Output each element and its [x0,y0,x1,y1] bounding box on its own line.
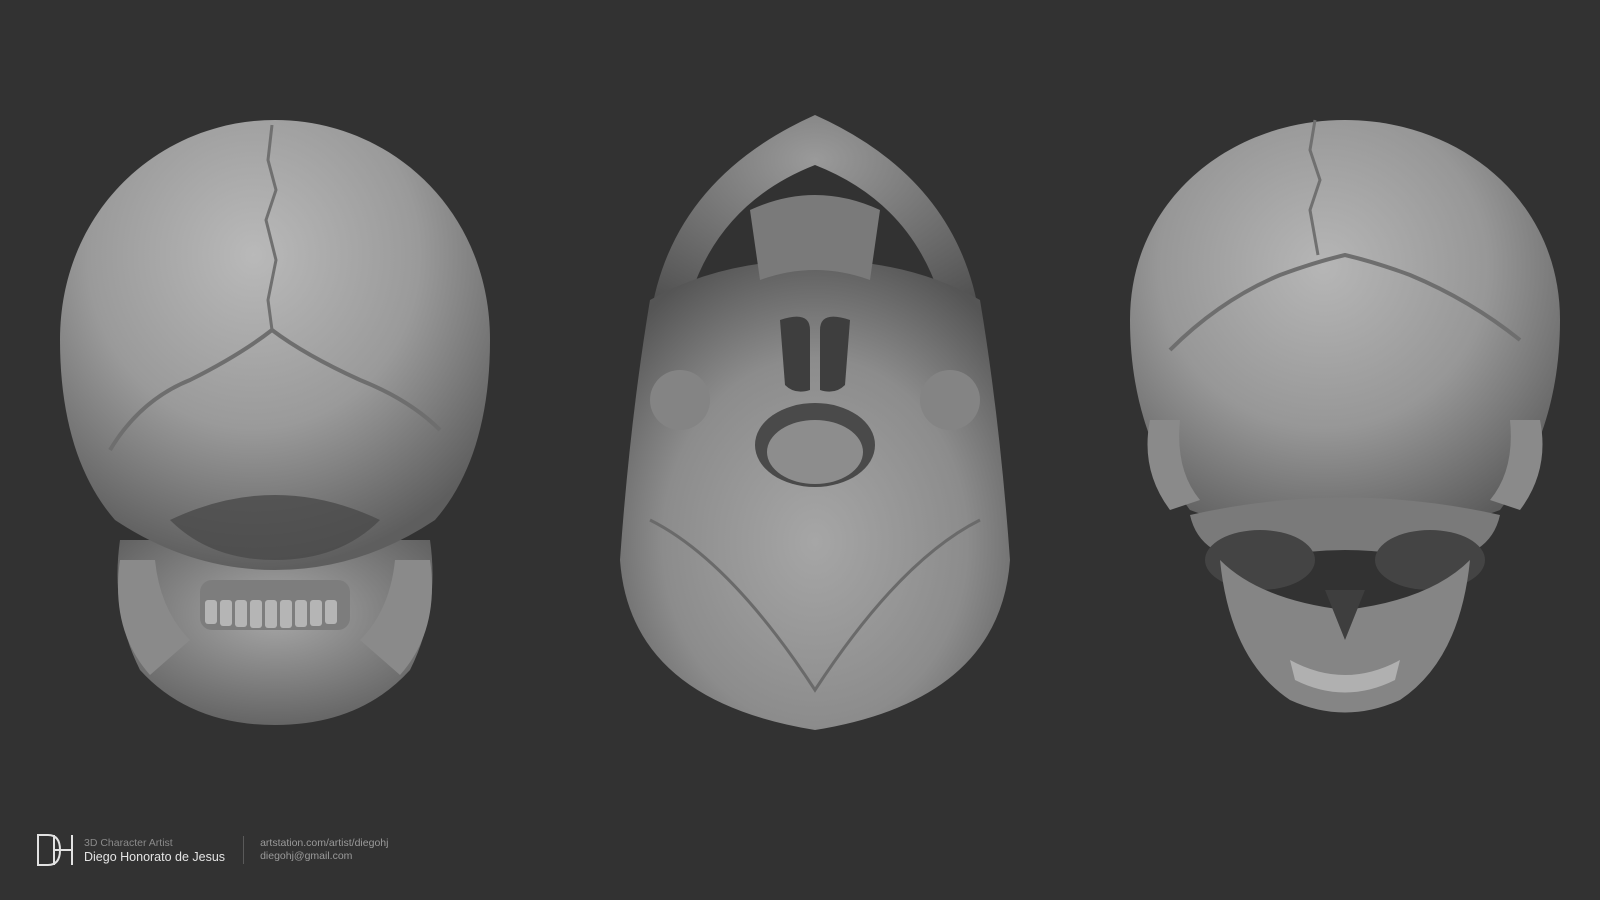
artist-contact: artstation.com/artist/diegohj diegohj@gm… [260,837,388,863]
artist-name: Diego Honorato de Jesus [84,850,226,864]
artist-role: 3D Character Artist [84,837,173,849]
dh-monogram-logo-icon [34,831,76,869]
footer-divider [243,836,245,864]
artist-credit: 3D Character Artist Diego Honorato de Je… [84,836,225,864]
artwork-canvas: 3D Character Artist Diego Honorato de Je… [0,0,1600,900]
skull-posterior-render [40,0,510,760]
artist-email: diegohj@gmail.com [260,850,353,862]
artist-website: artstation.com/artist/diegohj [260,837,389,849]
artist-credit-footer: 3D Character Artist Diego Honorato de Je… [34,826,388,874]
skull-inferior-render [610,0,1020,760]
skull-anterior-render [1130,0,1560,760]
